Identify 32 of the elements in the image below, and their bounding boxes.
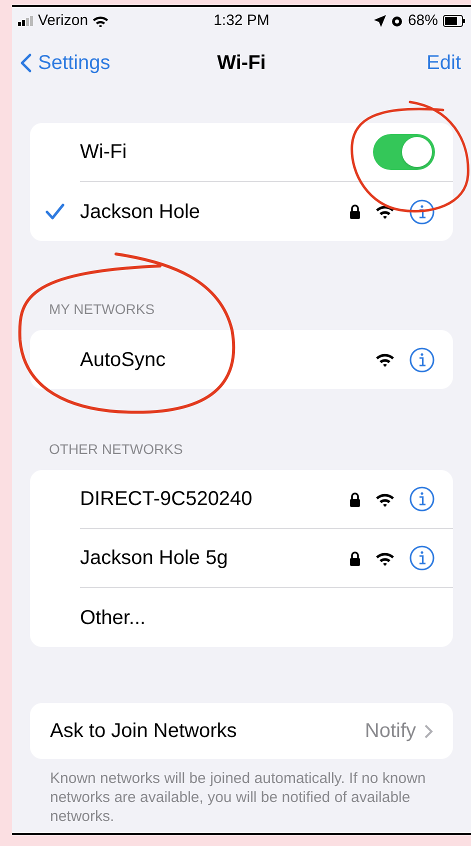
wifi-icon [375,352,395,367]
network-name[interactable]: Jackson Hole [80,196,349,226]
info-button[interactable] [409,346,435,372]
battery-icon [443,15,465,27]
wifi-icon [375,492,395,506]
alarm-icon [390,15,403,27]
other-network-link[interactable]: Other... [80,602,146,632]
info-button[interactable] [409,198,435,224]
wifi-toggle[interactable] [373,134,435,170]
footer-note: Known networks will be joined automatically. If no known networks are available, you will be notified of available networks. [49,769,427,826]
time-label: 1:32 PM [212,10,270,31]
info-button[interactable] [409,545,435,571]
ask-to-join-row[interactable]: Ask to Join Networks Notify [30,703,453,759]
carrier-label: Verizon [38,10,88,31]
network-name[interactable]: DIRECT-9C520240 [80,484,349,514]
battery-percent: 68% [408,10,438,31]
section-header: OTHER NETWORKS [48,440,184,459]
network-name[interactable]: AutoSync [80,344,375,374]
info-button[interactable] [409,486,435,512]
back-button[interactable]: Settings [20,48,110,78]
signal-icon [18,16,34,26]
wifi-icon [375,204,395,219]
network-name[interactable]: Jackson Hole 5g [80,543,349,573]
wifi-label: Wi-Fi [80,140,128,165]
chevron-left-icon [20,53,32,73]
chevron-right-icon [424,724,433,738]
wifi-icon [375,550,395,566]
wifi-icon [92,14,110,28]
page-title: Wi-Fi [217,51,266,76]
section-header: MY NETWORKS [48,300,156,319]
location-arrow-icon [374,15,386,27]
edit-button[interactable]: Edit [426,48,464,78]
